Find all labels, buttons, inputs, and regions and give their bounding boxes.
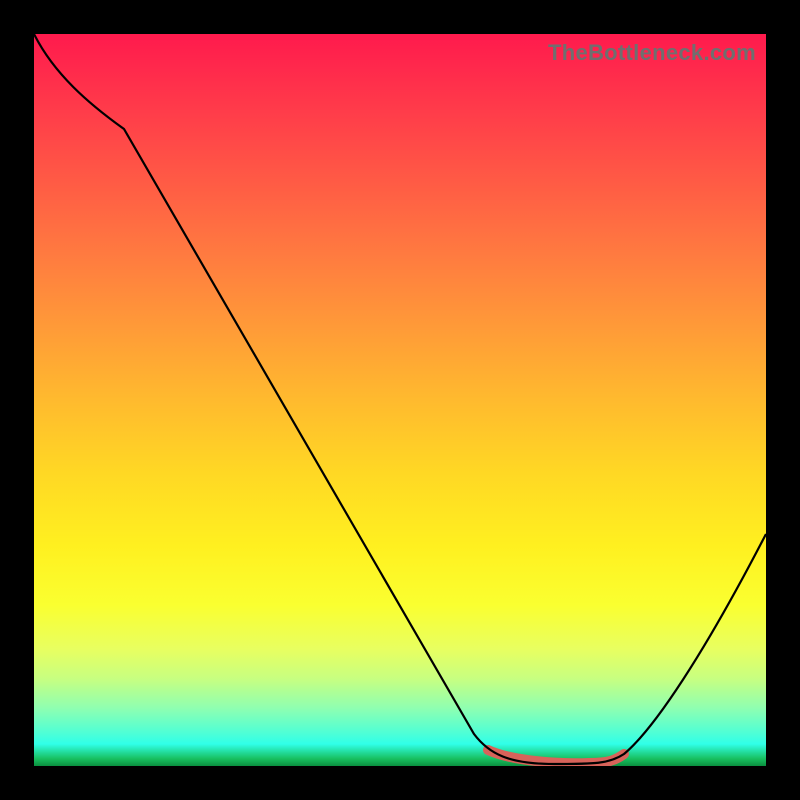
- chart-container: TheBottleneck.com: [0, 0, 800, 800]
- bottleneck-curve: [34, 34, 766, 764]
- plot-area: TheBottleneck.com: [34, 34, 766, 766]
- chart-svg: [34, 34, 766, 766]
